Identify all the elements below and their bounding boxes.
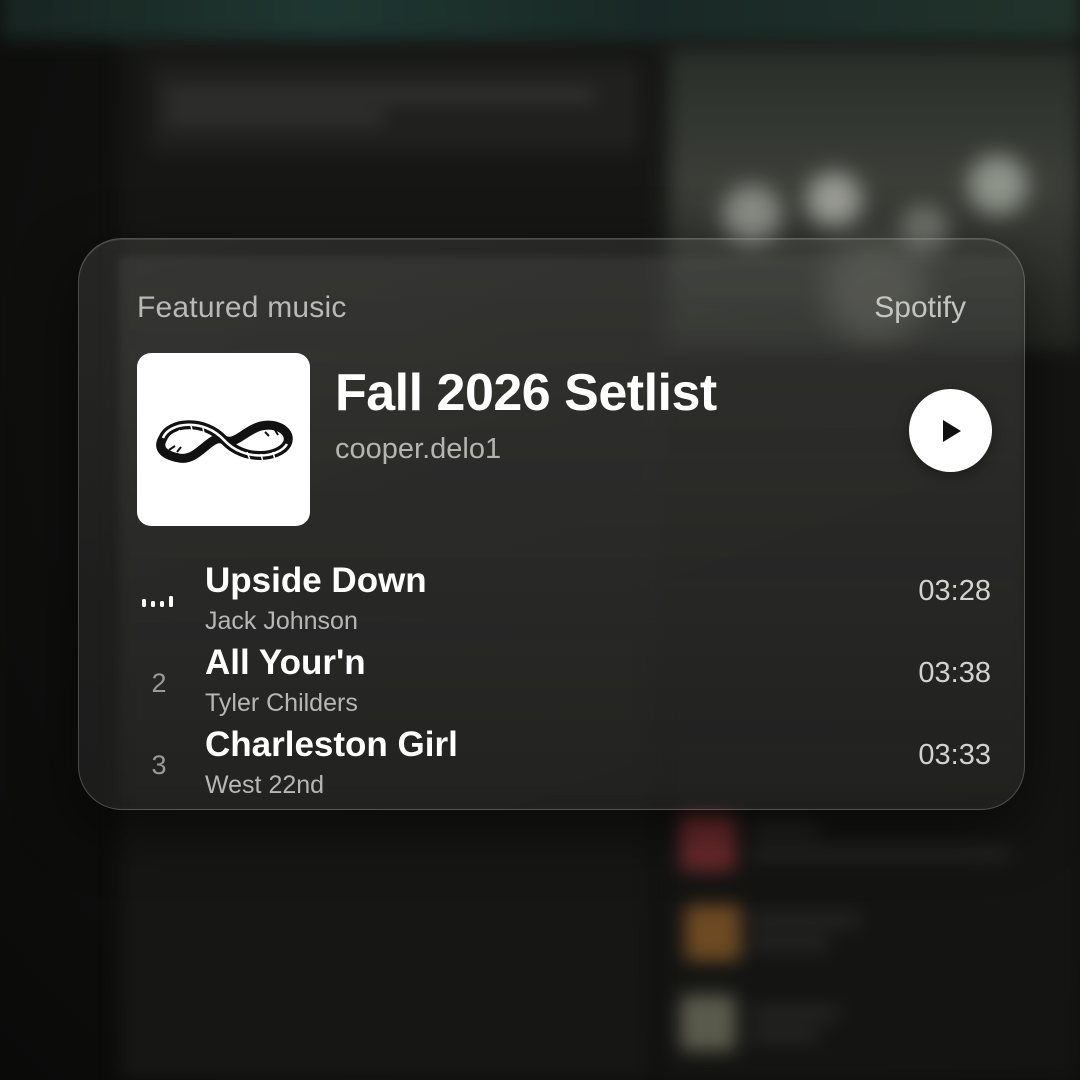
track-title: Upside Down: [205, 561, 427, 600]
backdrop-text-line: [750, 915, 860, 925]
track-index: 2: [151, 668, 167, 698]
play-icon: [942, 419, 961, 442]
track-duration: 03:33: [918, 739, 991, 771]
track-artist[interactable]: Jack Johnson: [205, 607, 358, 636]
rubber-band-logo: [155, 419, 293, 463]
track-row[interactable]: 2 All Your'n Tyler Childers 03:38: [79, 643, 1024, 723]
app-background: Featured music Spotify Fall 2026 Setlist…: [0, 0, 1080, 1080]
backdrop-text-line: [165, 90, 595, 100]
featured-music-card: Featured music Spotify Fall 2026 Setlist…: [78, 238, 1025, 810]
play-button[interactable]: [909, 389, 992, 472]
track-artist[interactable]: West 22nd: [205, 771, 324, 800]
backdrop-thumbnail: [685, 905, 741, 961]
track-row[interactable]: Upside Down Jack Johnson 03:28: [79, 561, 1024, 641]
backdrop-text-box: [150, 62, 640, 152]
section-label: Featured music: [137, 291, 347, 324]
track-duration: 03:38: [918, 657, 991, 689]
backdrop-text-line: [750, 1030, 820, 1040]
backdrop-thumbnail: [680, 815, 736, 871]
playlist-cover[interactable]: [137, 353, 310, 526]
track-index: 3: [151, 750, 167, 780]
backdrop-text-line: [165, 112, 385, 122]
track-row[interactable]: 3 Charleston Girl West 22nd 03:33: [79, 725, 1024, 805]
backdrop-top-band: [0, 0, 1080, 40]
backdrop-thumbnail: [680, 995, 736, 1051]
source-link[interactable]: Spotify: [874, 291, 966, 325]
track-title: All Your'n: [205, 643, 366, 682]
track-title: Charleston Girl: [205, 725, 458, 764]
backdrop-text-line: [750, 848, 1010, 858]
backdrop-text-line: [750, 1008, 840, 1018]
backdrop-text-line: [750, 938, 830, 948]
now-playing-equalizer-icon: [142, 596, 173, 607]
backdrop-text-line: [750, 825, 820, 835]
track-artist[interactable]: Tyler Childers: [205, 689, 358, 718]
track-duration: 03:28: [918, 575, 991, 607]
playlist-owner[interactable]: cooper.delo1: [335, 433, 501, 466]
playlist-title[interactable]: Fall 2026 Setlist: [335, 363, 717, 423]
